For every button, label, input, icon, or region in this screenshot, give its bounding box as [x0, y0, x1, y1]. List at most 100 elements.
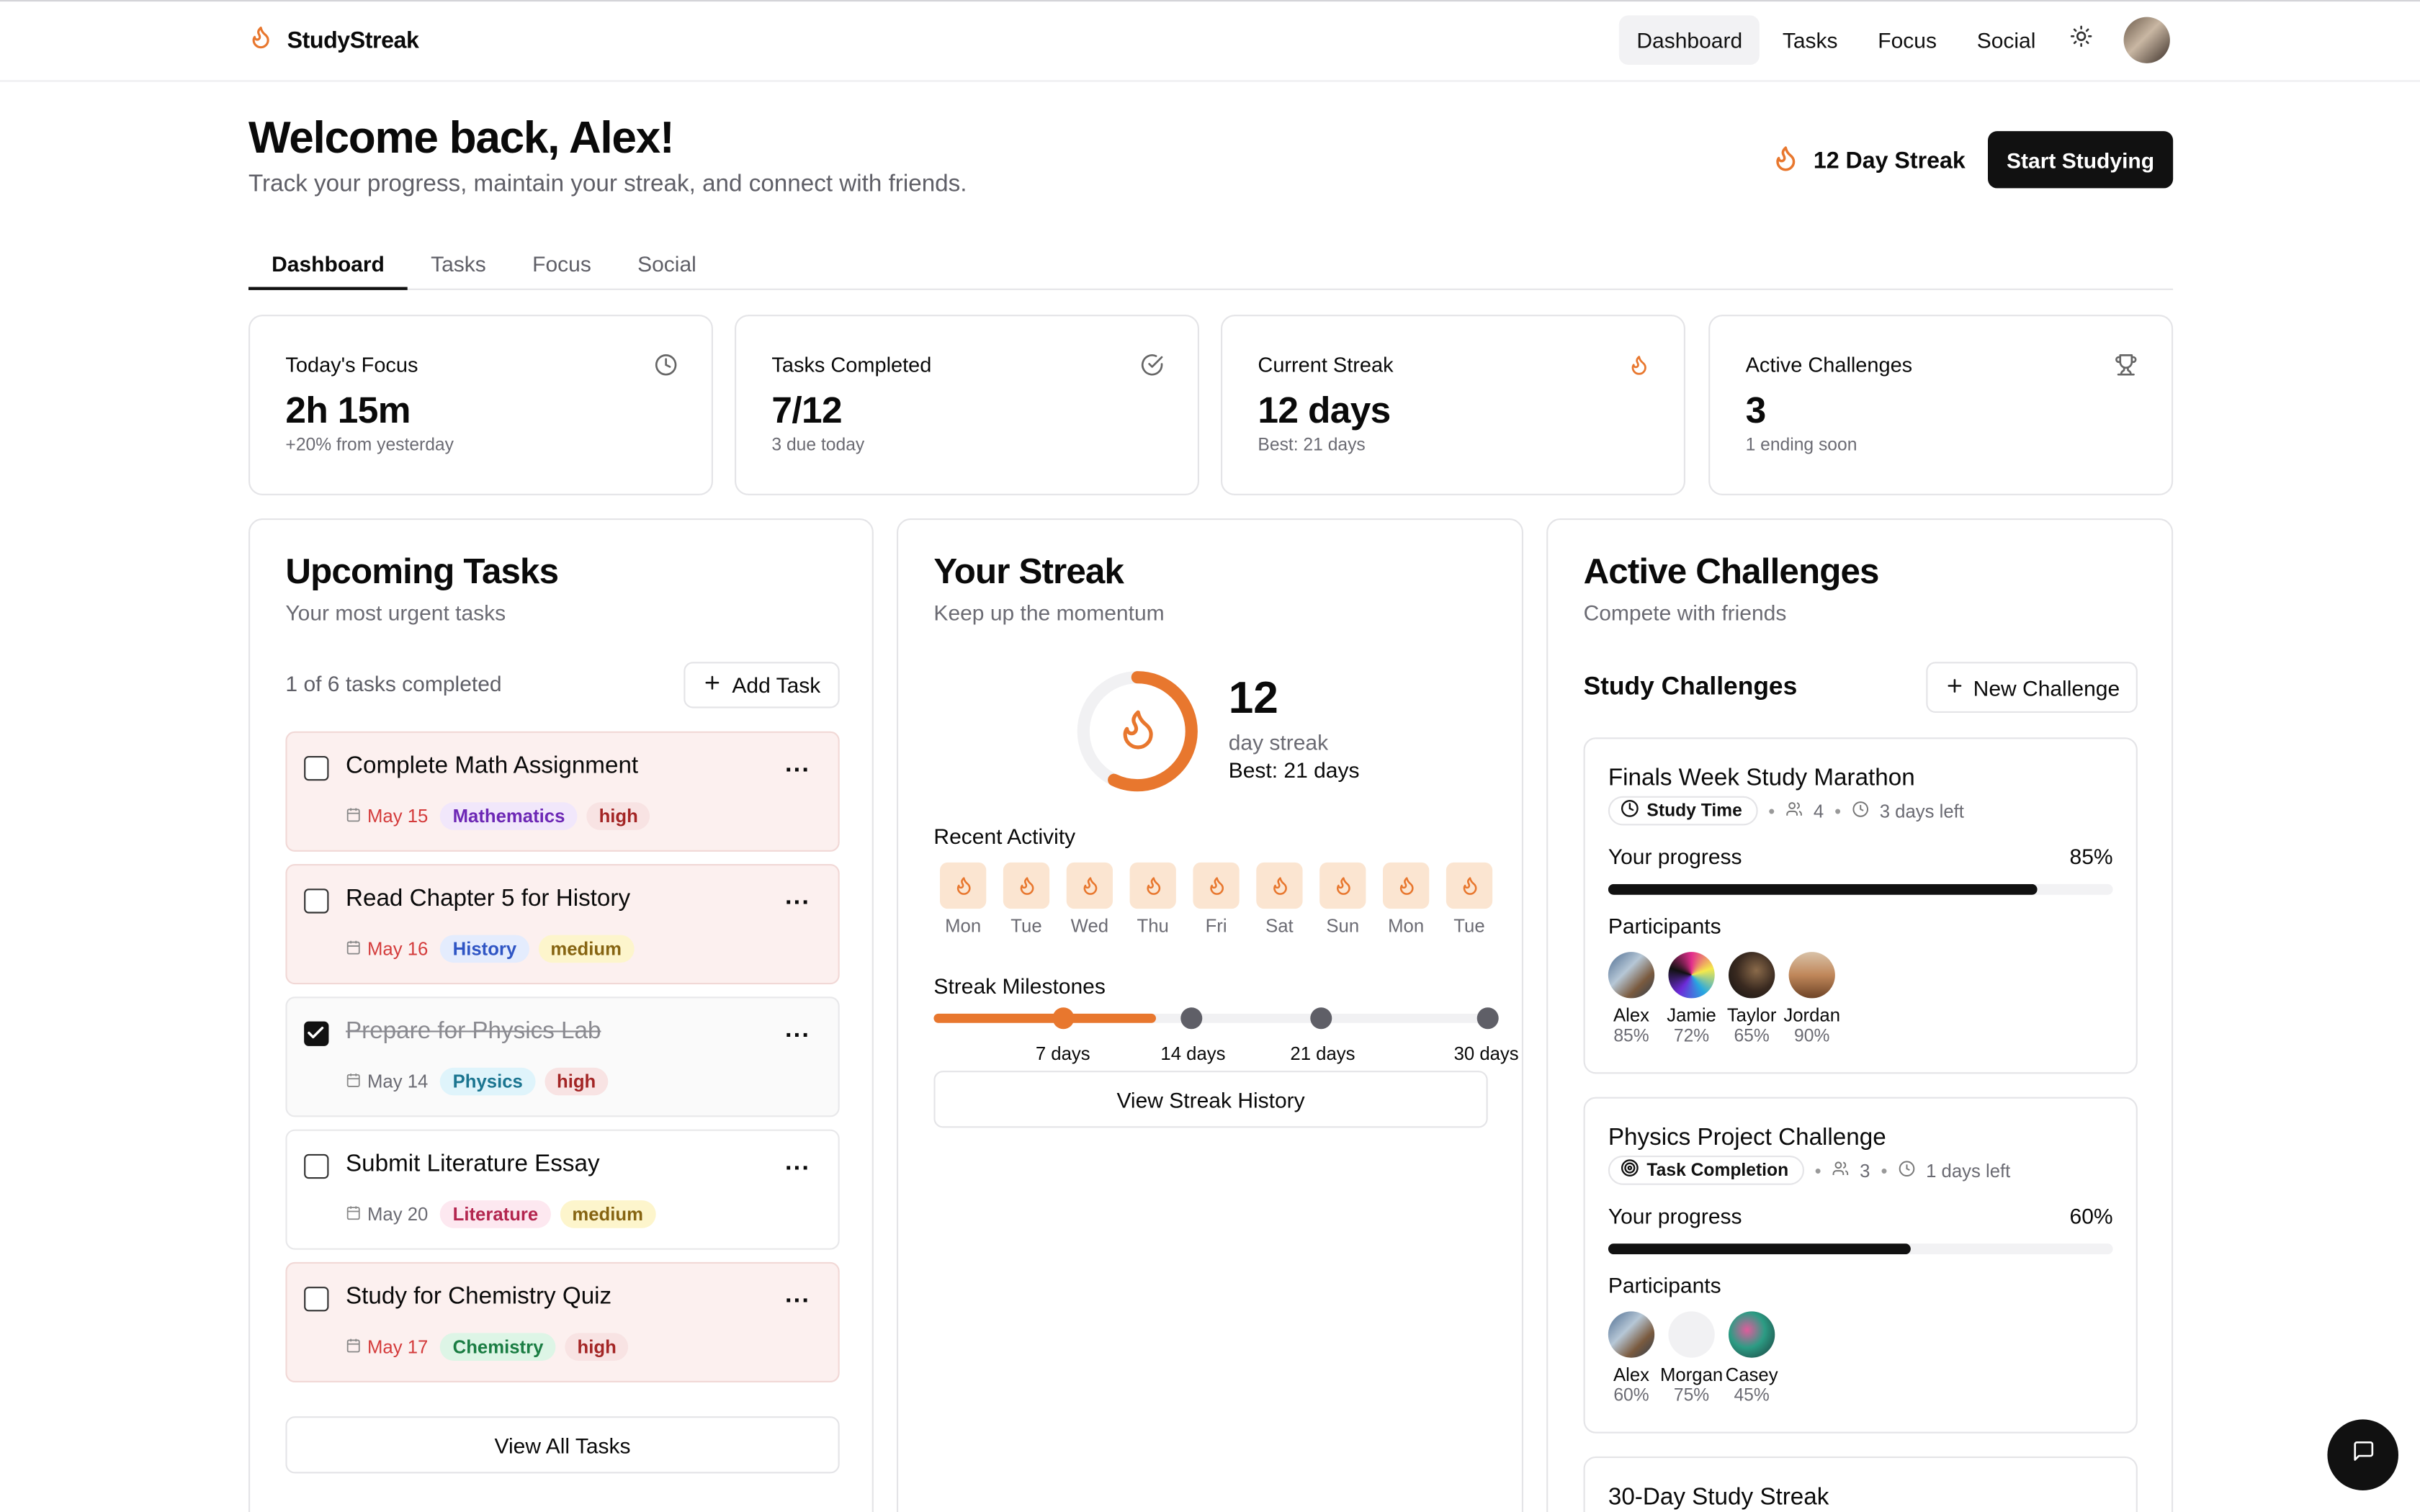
nav-focus[interactable]: Focus	[1861, 15, 1954, 65]
user-avatar[interactable]	[2123, 17, 2170, 63]
theme-toggle-button[interactable]	[2059, 19, 2102, 62]
priority-badge: medium	[538, 935, 635, 963]
task-meta: May 16 History medium	[346, 935, 635, 963]
task-date-text: May 15	[367, 805, 429, 827]
activity-day: Wed	[1066, 862, 1113, 937]
activity-day: Mon	[1383, 862, 1430, 937]
challenge-title: Physics Project Challenge	[1608, 1125, 1886, 1151]
view-all-tasks-button[interactable]: View All Tasks	[285, 1416, 840, 1474]
more-options-icon[interactable]: ...	[785, 884, 810, 912]
activity-day: Sat	[1256, 862, 1303, 937]
check-circle-icon	[1141, 354, 1164, 384]
progress-value: 85%	[2069, 844, 2113, 869]
task-item[interactable]: Prepare for Physics Lab ... May 14 Physi…	[285, 996, 840, 1117]
panel-title: Upcoming Tasks	[285, 551, 559, 591]
participant[interactable]: Jamie 72%	[1667, 952, 1716, 1046]
priority-badge: medium	[560, 1200, 656, 1228]
task-item[interactable]: Complete Math Assignment ... May 15 Math…	[285, 731, 840, 852]
milestone-dot	[1310, 1007, 1332, 1030]
avatar	[1729, 952, 1775, 999]
participant-progress: 45%	[1734, 1387, 1770, 1406]
milestone-fill	[933, 1013, 1156, 1023]
streak-panel: Your Streak Keep up the momentum 12 day …	[897, 518, 1523, 1512]
task-meta: May 17 Chemistry high	[346, 1333, 629, 1361]
users-icon	[1785, 800, 1803, 822]
participant-progress: 60%	[1613, 1387, 1649, 1406]
flame-icon	[1003, 862, 1050, 909]
task-checkbox[interactable]	[304, 1153, 329, 1179]
task-date: May 16	[346, 938, 428, 960]
activity-day: Sun	[1319, 862, 1366, 937]
priority-badge: high	[565, 1333, 629, 1361]
chat-button[interactable]	[2327, 1419, 2398, 1490]
challenge-card[interactable]: Finals Week Study Marathon Study Time • …	[1583, 737, 2138, 1074]
stat-label: Tasks Completed	[771, 353, 932, 377]
participant[interactable]: Alex 60%	[1608, 1311, 1655, 1406]
stat-card-focus: Today's Focus 2h 15m +20% from yesterday	[248, 315, 713, 495]
challenge-card[interactable]: 30-Day Study Streak	[1583, 1456, 2138, 1512]
panel-subtitle: Keep up the momentum	[933, 600, 1165, 625]
participant[interactable]: Morgan 75%	[1660, 1311, 1723, 1405]
tab-tasks[interactable]: Tasks	[408, 244, 509, 290]
brand[interactable]: StudyStreak	[248, 23, 419, 58]
milestone-label: 14 days	[1160, 1043, 1226, 1065]
nav-dashboard[interactable]: Dashboard	[1619, 15, 1760, 65]
participant[interactable]: Jordan 90%	[1783, 952, 1840, 1046]
avatar	[1788, 952, 1835, 999]
calendar-icon	[346, 1203, 361, 1225]
add-task-button[interactable]: Add Task	[684, 662, 840, 708]
streak-ring	[1077, 671, 1198, 792]
stat-value: 3	[1745, 390, 1767, 432]
users-icon	[1832, 1159, 1850, 1181]
separator: •	[1814, 1159, 1821, 1182]
stat-label: Active Challenges	[1745, 353, 1913, 377]
stat-hint: 3 due today	[771, 436, 865, 456]
tab-focus[interactable]: Focus	[509, 244, 614, 290]
challenge-card[interactable]: Physics Project Challenge Task Completio…	[1583, 1097, 2138, 1434]
calendar-icon	[346, 938, 361, 960]
avatar	[1668, 1311, 1715, 1358]
task-checkbox[interactable]	[304, 888, 329, 914]
more-options-icon[interactable]: ...	[785, 1017, 810, 1045]
task-title: Study for Chemistry Quiz	[346, 1283, 612, 1310]
task-item[interactable]: Study for Chemistry Quiz ... May 17 Chem…	[285, 1261, 840, 1382]
participant-progress: 65%	[1734, 1027, 1770, 1046]
more-options-icon[interactable]: ...	[785, 1282, 810, 1310]
flame-icon	[1123, 710, 1153, 750]
nav-social[interactable]: Social	[1960, 15, 2053, 65]
task-date: May 20	[346, 1203, 428, 1225]
task-checkbox[interactable]	[304, 1287, 329, 1312]
stat-value: 7/12	[771, 390, 842, 432]
participant-progress: 72%	[1673, 1027, 1710, 1046]
milestone-track	[933, 1013, 1488, 1023]
progress-label: Your progress	[1608, 1203, 1742, 1228]
participants-list: Alex 60% Morgan 75% Casey 45%	[1608, 1311, 1778, 1406]
more-options-icon[interactable]: ...	[785, 752, 810, 780]
flame-icon	[1256, 862, 1303, 909]
challenge-type-badge: Study Time	[1608, 796, 1758, 826]
new-challenge-button[interactable]: New Challenge	[1926, 662, 2138, 713]
start-studying-button[interactable]: Start Studying	[1988, 131, 2174, 189]
participant[interactable]: Casey 45%	[1726, 1311, 1778, 1406]
activity-day: Fri	[1193, 862, 1240, 937]
task-checkbox[interactable]	[304, 756, 329, 781]
top-nav: Dashboard Tasks Focus Social	[1619, 15, 2170, 65]
view-streak-history-button[interactable]: View Streak History	[933, 1071, 1488, 1128]
time-left: 1 days left	[1926, 1159, 2011, 1182]
separator: •	[1834, 800, 1842, 822]
task-item[interactable]: Read Chapter 5 for History ... May 16 Hi…	[285, 864, 840, 985]
page-title: Welcome back, Alex!	[248, 114, 675, 164]
progress-value: 60%	[2069, 1203, 2113, 1228]
task-item[interactable]: Submit Literature Essay ... May 20 Liter…	[285, 1129, 840, 1250]
participant[interactable]: Taylor 65%	[1727, 952, 1776, 1046]
nav-tasks[interactable]: Tasks	[1765, 15, 1855, 65]
activity-day: Tue	[1446, 862, 1493, 937]
participant[interactable]: Alex 85%	[1608, 952, 1655, 1046]
tab-dashboard[interactable]: Dashboard	[248, 244, 408, 290]
tab-social[interactable]: Social	[614, 244, 720, 290]
tasks-progress-text: 1 of 6 tasks completed	[285, 671, 502, 696]
panel-subtitle: Compete with friends	[1583, 600, 1787, 625]
page-subtitle: Track your progress, maintain your strea…	[248, 171, 967, 198]
more-options-icon[interactable]: ...	[785, 1149, 810, 1177]
task-checkbox-checked[interactable]	[304, 1021, 329, 1046]
